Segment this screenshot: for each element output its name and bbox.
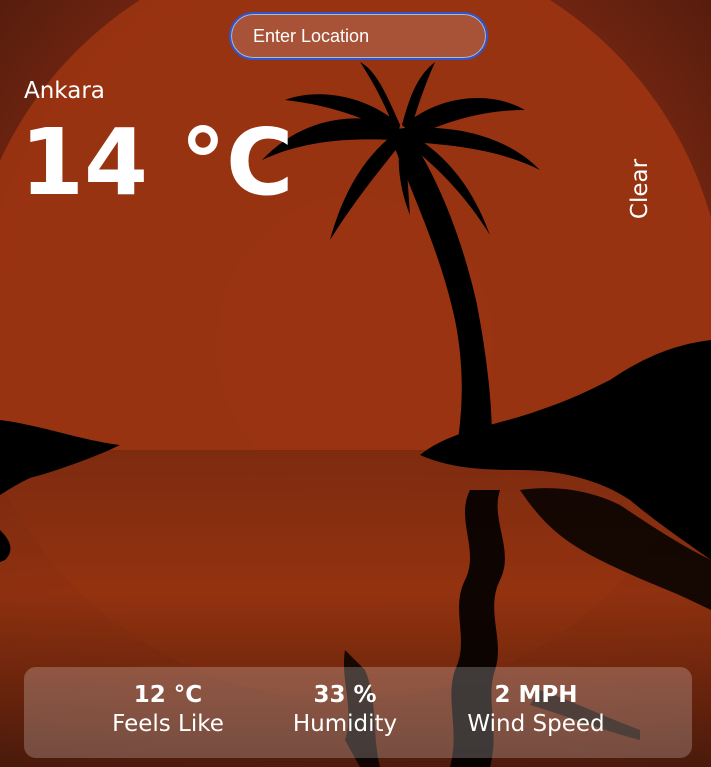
weather-condition: Clear [627,158,653,220]
feels-like-stat: 12 °C Feels Like [98,682,238,739]
humidity-stat: 33 % Humidity [280,682,410,739]
wind-speed-stat: 2 MPH Wind Speed [454,682,618,739]
feels-like-label: Feels Like [112,710,224,737]
location-search [229,12,488,60]
weather-app: Ankara 14 °C Clear 12 °C Feels Like 33 %… [0,0,711,767]
humidity-value: 33 % [313,682,377,708]
feels-like-value: 12 °C [133,682,203,708]
wind-speed-label: Wind Speed [467,710,605,737]
weather-details-panel: 12 °C Feels Like 33 % Humidity 2 MPH Win… [24,667,692,758]
location-search-input[interactable] [229,12,488,60]
city-name: Ankara [24,78,105,104]
current-temperature: 14 °C [20,109,294,216]
wind-speed-value: 2 MPH [494,682,578,708]
humidity-label: Humidity [292,710,398,737]
